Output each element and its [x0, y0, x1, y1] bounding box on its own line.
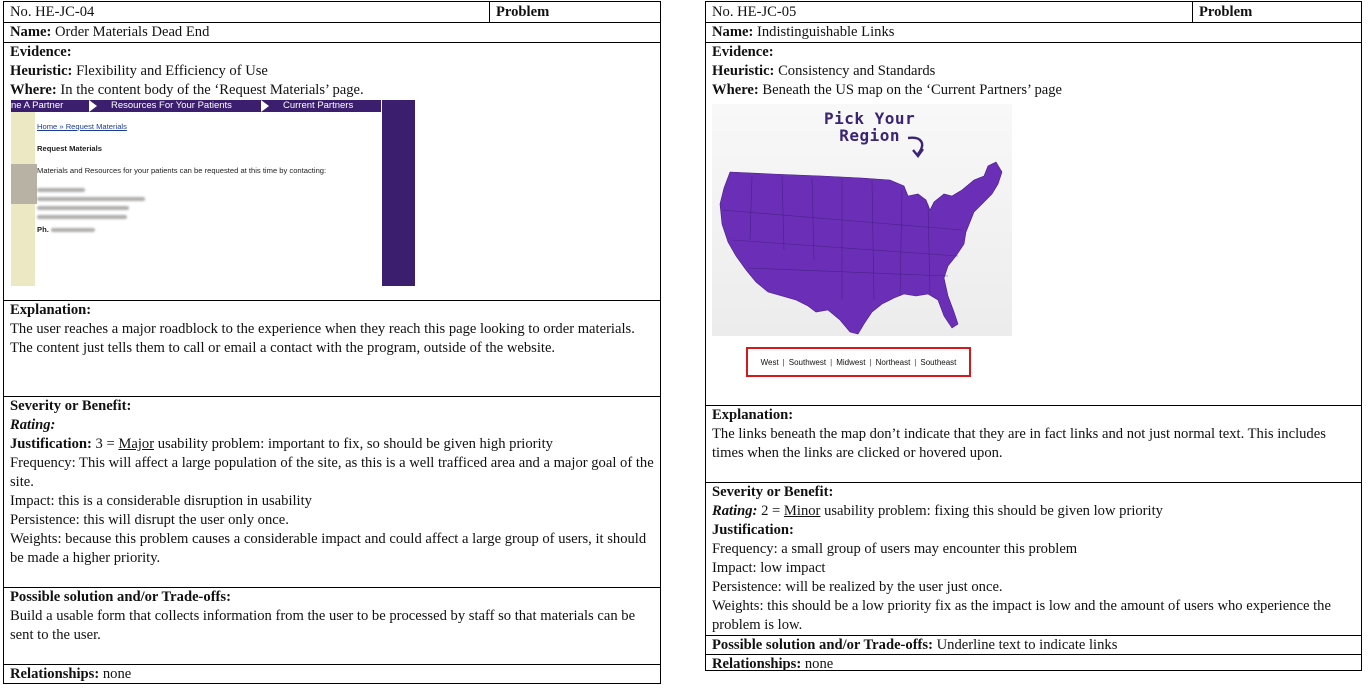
relationships-label: Relationships:: [10, 666, 100, 682]
page-body-text: Materials and Resources for your patient…: [37, 166, 327, 175]
solution-label: Possible solution and/or Trade-offs:: [712, 637, 933, 653]
where-value: In the content body of the ‘Request Mate…: [60, 82, 364, 98]
explanation-label: Explanation:: [712, 407, 794, 423]
heuristic-card-he-jc-04: No. HE-JC-04 Problem Name: Order Materia…: [3, 1, 661, 684]
blurred-contact-org: [37, 206, 129, 210]
where-label: Where:: [712, 82, 759, 98]
heuristic-value: Consistency and Standards: [778, 63, 936, 79]
issue-type: Problem: [496, 4, 550, 20]
justification-term: Major: [118, 436, 155, 452]
severity-section: Severity or Benefit: Rating: 2 = Minor u…: [706, 482, 1361, 635]
evidence-label: Evidence:: [712, 44, 774, 60]
card-header: No. HE-JC-04 Problem: [4, 2, 660, 22]
issue-number: No. HE-JC-05: [706, 2, 1193, 22]
explanation-text: The user reaches a major roadblock to th…: [10, 321, 635, 356]
relationships-label: Relationships:: [712, 656, 802, 672]
us-map-shape: [719, 161, 1003, 335]
breadcrumb: Home » Request Materials: [37, 122, 127, 131]
rating-label: Rating:: [10, 417, 56, 433]
relationships-section: Relationships: none: [4, 664, 660, 684]
evidence-section: Evidence: Heuristic: Flexibility and Eff…: [4, 42, 660, 300]
frequency-text: Frequency: This will affect a large popu…: [10, 455, 654, 490]
frequency-text: Frequency: a small group of users may en…: [712, 541, 1078, 557]
rating-text: usability problem: fixing this should be…: [824, 503, 1163, 519]
region-link-southwest[interactable]: Southwest: [789, 353, 826, 372]
weights-text: Weights: because this problem causes a c…: [10, 531, 647, 566]
explanation-text: The links beneath the map don’t indicate…: [712, 426, 1326, 461]
nav-tab-resources: Resources For Your Patients: [111, 100, 232, 111]
severity-label: Severity or Benefit:: [10, 398, 132, 414]
persistence-text: Persistence: this will disrupt the user …: [10, 512, 289, 528]
issue-name: Order Materials Dead End: [55, 24, 210, 40]
rating-label: Rating:: [712, 503, 758, 519]
phone-prefix: Ph.: [37, 225, 49, 234]
evidence-section: Evidence: Heuristic: Consistency and Sta…: [706, 42, 1361, 405]
card-header: No. HE-JC-05 Problem: [706, 2, 1361, 22]
justification-label: Justification:: [10, 436, 92, 452]
solution-section: Possible solution and/or Trade-offs: Bui…: [4, 587, 660, 664]
issue-name: Indistinguishable Links: [757, 24, 895, 40]
nav-separator: [261, 100, 269, 112]
link-divider: |: [830, 357, 833, 367]
screenshot-photo-strip: [11, 164, 37, 204]
solution-label: Possible solution and/or Trade-offs:: [10, 589, 231, 605]
relationships-value: none: [102, 666, 132, 682]
explanation-section: Explanation: The user reaches a major ro…: [4, 300, 660, 396]
justification-score: 3 =: [95, 436, 115, 452]
persistence-text: Persistence: will be realized by the use…: [712, 579, 1003, 595]
blurred-phone: [51, 228, 95, 232]
region-link-southeast[interactable]: Southeast: [920, 353, 956, 372]
solution-section: Possible solution and/or Trade-offs: Und…: [706, 635, 1361, 654]
issue-name-row: Name: Indistinguishable Links: [706, 22, 1361, 42]
us-map-screenshot: Pick Your Region West | Southwest | Midw…: [712, 100, 1012, 380]
rating-term: Minor: [783, 503, 821, 519]
heuristic-value: Flexibility and Efficiency of Use: [76, 63, 268, 79]
solution-text: Build a usable form that collects inform…: [10, 608, 636, 643]
link-divider: |: [869, 357, 872, 367]
screenshot-right-bar: [382, 100, 415, 286]
justification-label: Justification:: [712, 522, 794, 538]
nav-separator: [89, 100, 97, 112]
link-divider: |: [782, 357, 785, 367]
blurred-contact-email: [37, 215, 127, 219]
nav-tab-partner: ne A Partner: [11, 100, 64, 111]
explanation-section: Explanation: The links beneath the map d…: [706, 405, 1361, 482]
heuristic-label: Heuristic:: [10, 63, 73, 79]
explanation-label: Explanation:: [10, 302, 92, 318]
screenshot-content: Home » Request Materials Request Materia…: [37, 112, 381, 286]
blurred-contact-title: [37, 197, 145, 201]
severity-label: Severity or Benefit:: [712, 484, 834, 500]
rating-score: 2 =: [761, 503, 781, 519]
region-link-west[interactable]: West: [761, 353, 779, 372]
impact-text: Impact: low impact: [712, 560, 826, 576]
issue-name-row: Name: Order Materials Dead End: [4, 22, 660, 42]
justification-text: usability problem: important to fix, so …: [157, 436, 553, 452]
name-label: Name:: [712, 24, 754, 40]
region-links-highlight: West | Southwest | Midwest | Northeast |…: [746, 347, 971, 377]
solution-text: Underline text to indicate links: [936, 637, 1118, 653]
evidence-label: Evidence:: [10, 44, 72, 60]
where-value: Beneath the US map on the ‘Current Partn…: [762, 82, 1063, 98]
severity-section: Severity or Benefit: Rating: Justificati…: [4, 396, 660, 587]
blurred-contact-name: [37, 188, 85, 192]
relationships-section: Relationships: none: [706, 654, 1361, 673]
request-materials-screenshot: ne A Partner Resources For Your Patients…: [11, 100, 415, 286]
relationships-value: none: [804, 656, 834, 672]
nav-tab-current-partners: Current Partners: [283, 100, 354, 111]
heuristic-label: Heuristic:: [712, 63, 775, 79]
impact-text: Impact: this is a considerable disruptio…: [10, 493, 312, 509]
page-heading: Request Materials: [37, 144, 102, 153]
link-divider: |: [914, 357, 917, 367]
where-label: Where:: [10, 82, 57, 98]
issue-type: Problem: [1199, 4, 1253, 20]
us-map: [719, 136, 1003, 335]
issue-number: No. HE-JC-04: [4, 2, 490, 22]
region-link-midwest[interactable]: Midwest: [836, 353, 865, 372]
heuristic-card-he-jc-05: No. HE-JC-05 Problem Name: Indistinguish…: [705, 1, 1362, 673]
name-label: Name:: [10, 24, 52, 40]
region-link-northeast[interactable]: Northeast: [876, 353, 911, 372]
weights-text: Weights: this should be a low priority f…: [712, 598, 1331, 633]
